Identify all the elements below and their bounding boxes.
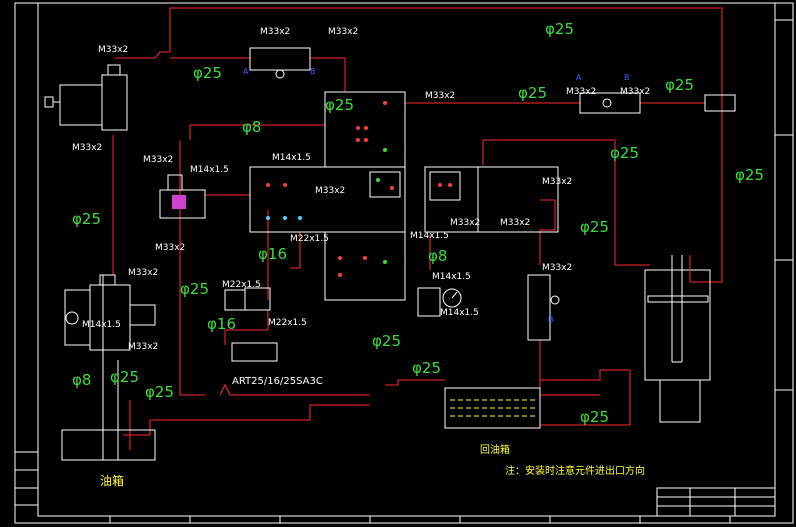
- thread-label: M33x2: [566, 87, 596, 97]
- diameter-label: φ8: [242, 118, 261, 136]
- return-tank: [444, 387, 541, 429]
- pipe-diameters: φ25 φ25 φ25 φ25 φ25 φ8 φ25 φ25 φ25 φ16 φ…: [72, 20, 764, 426]
- port-labels: A B A B B: [243, 67, 630, 324]
- diameter-label: φ25: [545, 20, 574, 38]
- pump-top-left: [44, 64, 128, 131]
- wire-network: [61, 275, 156, 461]
- thread-label: M14x1.5: [82, 320, 121, 330]
- valve-left: [159, 174, 206, 219]
- thread-label: M14x1.5: [190, 165, 229, 175]
- thread-label: M22x1.5: [222, 280, 261, 290]
- thread-label: M22x1.5: [290, 234, 329, 244]
- diameter-label: φ25: [518, 84, 547, 102]
- oil-tank-label: 油箱: [100, 473, 124, 488]
- thread-label: M33x2: [128, 342, 158, 352]
- manifold-block-bottom: [324, 231, 406, 301]
- diameter-label: φ25: [145, 383, 174, 401]
- diameter-label: φ25: [372, 332, 401, 350]
- diameter-label: φ25: [735, 166, 764, 184]
- diameter-label: φ16: [258, 245, 287, 263]
- coupling-label: ART25/16/25SA3C: [232, 376, 323, 387]
- port-label: A: [576, 73, 582, 82]
- diameter-label: φ25: [412, 359, 441, 377]
- thread-label: M14x1.5: [272, 153, 311, 163]
- thread-label: M33x2: [128, 268, 158, 278]
- diameter-label: φ25: [325, 96, 354, 114]
- thread-label: M33x2: [542, 263, 572, 273]
- thread-label: M33x2: [328, 27, 358, 37]
- pump-bottom-left: [64, 274, 156, 351]
- installation-note: 注：安装时注意元件进出口方向: [505, 464, 645, 477]
- diameter-label: φ25: [665, 76, 694, 94]
- filter-right: [527, 274, 560, 341]
- thread-labels: M33x2 M33x2 M33x2 M33x2 M33x2 M33x2 M14x…: [72, 27, 650, 352]
- diameter-label: φ25: [580, 408, 609, 426]
- diameter-label: φ8: [428, 247, 447, 265]
- thread-label: M33x2: [143, 155, 173, 165]
- thread-label: M33x2: [425, 91, 455, 101]
- hydraulic-cylinder: [644, 255, 711, 423]
- thread-label: M22x1.5: [268, 318, 307, 328]
- diameter-label: φ16: [207, 315, 236, 333]
- manifold-block-main: [249, 166, 406, 233]
- return-tank-label: 回油箱: [480, 443, 510, 456]
- thread-label: M14x1.5: [440, 308, 479, 318]
- thread-label: M33x2: [620, 87, 650, 97]
- thread-label: M33x2: [542, 177, 572, 187]
- port-label: B: [548, 315, 554, 324]
- manifold-block-right: [424, 166, 559, 233]
- port-label: B: [310, 67, 316, 76]
- diameter-label: φ25: [72, 210, 101, 228]
- thread-label: M33x2: [450, 218, 480, 228]
- thread-label: M33x2: [260, 27, 290, 37]
- port-label: B: [624, 73, 630, 82]
- port-label: A: [243, 67, 249, 76]
- diameter-label: φ25: [193, 64, 222, 82]
- thread-label: M14x1.5: [432, 272, 471, 282]
- diameter-label: φ8: [72, 371, 91, 389]
- diameter-label: φ25: [110, 368, 139, 386]
- thread-label: M33x2: [72, 143, 102, 153]
- thread-label: M33x2: [155, 243, 185, 253]
- check-valve-top: [249, 47, 311, 79]
- diameter-label: φ25: [610, 144, 639, 162]
- hydraulic-schematic: M33x2 M33x2 M33x2 M33x2 M33x2 M33x2 M14x…: [14, 2, 794, 524]
- diameter-label: φ25: [180, 280, 209, 298]
- thread-label: M33x2: [98, 45, 128, 55]
- thread-label: M33x2: [500, 218, 530, 228]
- thread-label: M14x1.5: [410, 231, 449, 241]
- thread-label: M33x2: [315, 186, 345, 196]
- diameter-label: φ25: [580, 218, 609, 236]
